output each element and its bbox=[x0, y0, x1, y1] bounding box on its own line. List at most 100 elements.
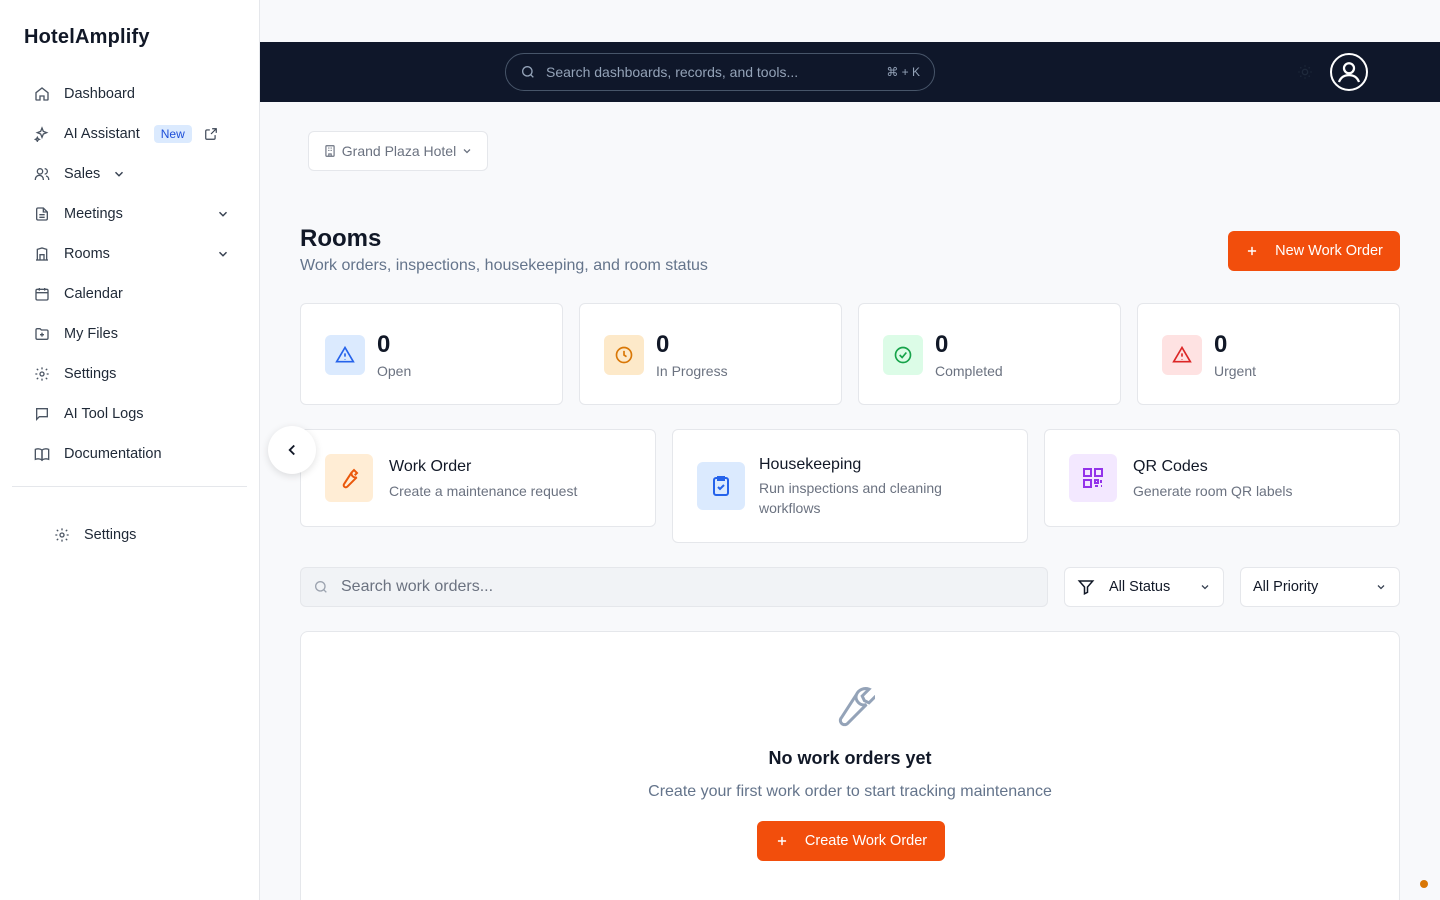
action-desc: Create a maintenance request bbox=[389, 483, 578, 499]
create-work-order-button[interactable]: Create Work Order bbox=[757, 821, 945, 861]
sidebar-item-documentation[interactable]: Documentation bbox=[20, 434, 244, 474]
stat-value: 0 bbox=[935, 331, 949, 358]
create-work-order-label: Create Work Order bbox=[804, 833, 928, 849]
check-circle-icon bbox=[883, 335, 923, 375]
page-subtitle: Work orders, inspections, housekeeping, … bbox=[300, 257, 708, 274]
warning-icon bbox=[325, 335, 365, 375]
new-work-order-label: New Work Order bbox=[1275, 243, 1383, 259]
action-title: Work Order bbox=[389, 458, 472, 475]
users-icon bbox=[34, 166, 50, 182]
new-badge: New bbox=[153, 125, 192, 143]
action-card-qr-codes[interactable]: QR Codes Generate room QR labels bbox=[1044, 429, 1400, 527]
sidebar-item-my-files[interactable]: My Files bbox=[20, 314, 244, 354]
action-card-work-order[interactable]: Work Order Create a maintenance request bbox=[300, 429, 656, 527]
stat-label: Open bbox=[377, 363, 412, 379]
external-link-icon[interactable] bbox=[204, 127, 218, 141]
search-icon bbox=[313, 579, 329, 595]
work-orders-empty-state: No work orders yet Create your first wor… bbox=[300, 631, 1400, 900]
sidebar: HotelAmplify Dashboard AI Assistant New … bbox=[0, 0, 260, 900]
sidebar-item-label: Dashboard bbox=[64, 86, 135, 102]
sun-icon[interactable] bbox=[1297, 64, 1313, 80]
gear-icon bbox=[54, 527, 70, 543]
search-icon bbox=[520, 64, 536, 80]
sidebar-bottom-settings[interactable]: Settings bbox=[54, 527, 136, 543]
status-filter-value: All Status bbox=[1109, 579, 1171, 595]
clock-icon bbox=[604, 335, 644, 375]
sidebar-nav: Dashboard AI Assistant New Sales Meeting… bbox=[20, 74, 244, 474]
stat-card-in-progress: 0 In Progress bbox=[579, 303, 842, 405]
stat-value: 0 bbox=[656, 331, 670, 358]
user-avatar[interactable] bbox=[1330, 53, 1368, 91]
sidebar-item-ai-tool-logs[interactable]: AI Tool Logs bbox=[20, 394, 244, 434]
sidebar-divider bbox=[12, 486, 247, 487]
brand-logo[interactable]: HotelAmplify bbox=[24, 26, 150, 49]
sidebar-item-label: Calendar bbox=[64, 286, 123, 302]
chevron-down-icon bbox=[112, 167, 126, 181]
sidebar-item-label: Meetings bbox=[64, 206, 123, 222]
chevron-down-icon bbox=[1199, 581, 1211, 593]
new-work-order-button[interactable]: New Work Order bbox=[1228, 231, 1400, 271]
chat-icon bbox=[34, 406, 50, 422]
priority-filter-select[interactable]: All Priority bbox=[1240, 567, 1400, 607]
work-order-search-placeholder: Search work orders... bbox=[341, 578, 494, 595]
stat-value: 0 bbox=[377, 331, 391, 358]
stat-label: Completed bbox=[935, 363, 1003, 379]
clipboard-check-icon bbox=[697, 462, 745, 510]
action-card-housekeeping[interactable]: Housekeeping Run inspections and cleanin… bbox=[672, 429, 1028, 543]
status-dot bbox=[1420, 880, 1428, 888]
user-icon bbox=[1337, 62, 1361, 83]
chevron-down-icon bbox=[216, 207, 230, 221]
stat-card-open: 0 Open bbox=[300, 303, 563, 405]
status-filter-select[interactable]: All Status bbox=[1064, 567, 1224, 607]
chevron-down-icon bbox=[216, 247, 230, 261]
top-bar: Search dashboards, records, and tools...… bbox=[260, 42, 1440, 102]
gear-icon bbox=[34, 366, 50, 382]
calendar-icon bbox=[34, 286, 50, 302]
sidebar-item-settings[interactable]: Settings bbox=[20, 354, 244, 394]
stat-value: 0 bbox=[1214, 331, 1228, 358]
work-order-search-input[interactable]: Search work orders... bbox=[300, 567, 1048, 607]
qr-code-icon bbox=[1069, 454, 1117, 502]
sidebar-item-dashboard[interactable]: Dashboard bbox=[20, 74, 244, 114]
alert-icon bbox=[1162, 335, 1202, 375]
action-desc: Run inspections and cleaning workflows bbox=[759, 480, 942, 516]
chevron-left-icon bbox=[288, 444, 295, 456]
wrench-icon bbox=[827, 682, 875, 730]
action-title: QR Codes bbox=[1133, 458, 1208, 475]
stat-label: Urgent bbox=[1214, 363, 1257, 379]
empty-state-title: No work orders yet bbox=[768, 748, 932, 768]
sidebar-item-label: Settings bbox=[64, 366, 117, 382]
sidebar-item-label: Documentation bbox=[64, 446, 162, 462]
hotel-selector[interactable]: Grand Plaza Hotel bbox=[308, 131, 488, 171]
book-icon bbox=[34, 446, 50, 462]
priority-filter-value: All Priority bbox=[1253, 579, 1319, 595]
global-search-placeholder: Search dashboards, records, and tools... bbox=[546, 64, 799, 80]
sidebar-item-label: AI Tool Logs bbox=[64, 406, 144, 422]
building-icon bbox=[323, 144, 337, 158]
stat-card-urgent: 0 Urgent bbox=[1137, 303, 1400, 405]
sidebar-item-label: Sales bbox=[64, 166, 101, 182]
action-title: Housekeeping bbox=[759, 456, 862, 473]
plus-icon bbox=[775, 834, 789, 848]
sidebar-item-ai-assistant[interactable]: AI Assistant New bbox=[20, 114, 244, 154]
sidebar-item-label: My Files bbox=[64, 326, 118, 342]
search-shortcut: ⌘ + K bbox=[886, 65, 920, 79]
sparkles-icon bbox=[34, 126, 50, 142]
collapse-sidebar-button[interactable] bbox=[268, 426, 316, 474]
action-desc: Generate room QR labels bbox=[1133, 483, 1293, 499]
folder-icon bbox=[34, 326, 50, 342]
sidebar-bottom-settings-label: Settings bbox=[84, 527, 137, 543]
filter-icon bbox=[1077, 578, 1095, 596]
plus-icon bbox=[1245, 244, 1259, 258]
sidebar-item-rooms[interactable]: Rooms bbox=[20, 234, 244, 274]
sidebar-item-calendar[interactable]: Calendar bbox=[20, 274, 244, 314]
sidebar-item-label: Rooms bbox=[64, 246, 110, 262]
sidebar-item-sales[interactable]: Sales bbox=[20, 154, 244, 194]
home-icon bbox=[34, 86, 50, 102]
empty-state-description: Create your first work order to start tr… bbox=[648, 783, 1052, 800]
sidebar-item-meetings[interactable]: Meetings bbox=[20, 194, 244, 234]
global-search-input[interactable]: Search dashboards, records, and tools...… bbox=[505, 53, 935, 91]
wrench-icon bbox=[325, 454, 373, 502]
hotel-selector-value: Grand Plaza Hotel bbox=[341, 143, 457, 159]
chevron-down-icon bbox=[461, 145, 473, 157]
